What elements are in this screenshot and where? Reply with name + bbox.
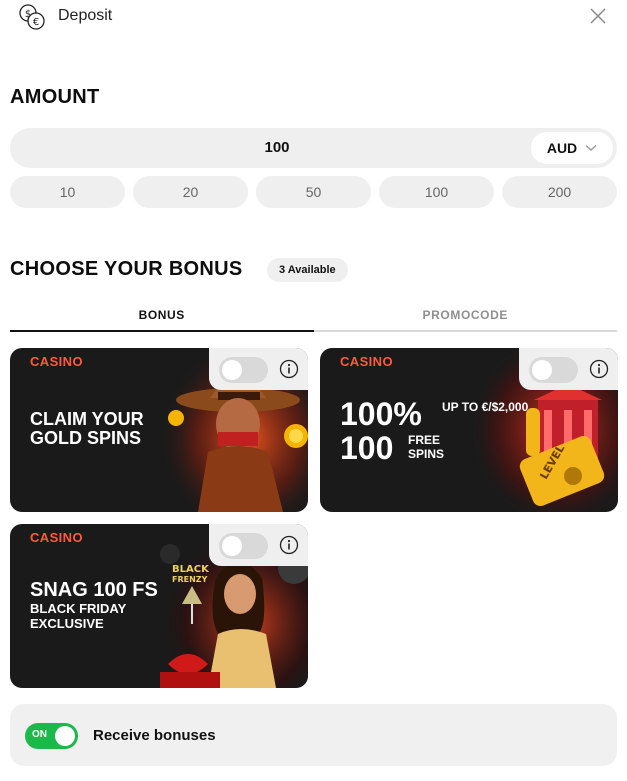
- bonus-toggle[interactable]: [219, 533, 268, 559]
- bonus-upto: UP TO €/$2,000: [442, 400, 529, 414]
- casino-logo: CASINO: [340, 354, 393, 369]
- preset-button[interactable]: 10: [10, 176, 125, 208]
- info-icon[interactable]: [279, 359, 299, 379]
- tab-promocode[interactable]: PROMOCODE: [313, 304, 617, 332]
- card-headline: CLAIM YOUR GOLD SPINS: [30, 409, 144, 448]
- card-subtitle: BLACK FRIDAY EXCLUSIVE: [30, 601, 127, 631]
- bonus-title: CHOOSE YOUR BONUS: [10, 258, 243, 280]
- bonus-free-spins: FREE SPINS: [408, 433, 445, 461]
- receive-bonuses-label: Receive bonuses: [93, 727, 216, 744]
- bonus-card[interactable]: BLACK FRENZY CASINO SNAG 100 FS BLACK FR…: [10, 524, 308, 688]
- bonus-toggle[interactable]: [529, 357, 578, 383]
- bonus-card[interactable]: CASINO CLAIM YOUR GOLD SPINS: [10, 348, 308, 512]
- amount-presets: 10 20 50 100 200: [10, 176, 617, 208]
- bonus-tabs: BONUS PROMOCODE: [10, 304, 617, 332]
- amount-field[interactable]: 100 AUD: [10, 128, 617, 168]
- toggle-knob: [55, 726, 75, 746]
- preset-button[interactable]: 200: [502, 176, 617, 208]
- card-controls: [209, 348, 308, 390]
- header: $ € Deposit: [0, 0, 627, 34]
- toggle-knob: [532, 360, 552, 380]
- preset-button[interactable]: 50: [256, 176, 371, 208]
- page-title: Deposit: [58, 7, 113, 24]
- card-controls: [209, 524, 308, 566]
- svg-text:€: €: [33, 17, 39, 28]
- bonus-spins-count: 100: [340, 430, 394, 466]
- info-icon[interactable]: [589, 359, 609, 379]
- casino-logo: CASINO: [30, 530, 83, 545]
- preset-button[interactable]: 20: [133, 176, 248, 208]
- receive-bonuses-toggle[interactable]: ON: [25, 723, 78, 749]
- bonus-toggle[interactable]: [219, 357, 268, 383]
- toggle-knob: [222, 536, 242, 556]
- card-headline: SNAG 100 FS: [30, 579, 158, 601]
- receive-bonuses-row: ON Receive bonuses: [10, 704, 617, 766]
- close-icon[interactable]: [588, 6, 608, 26]
- available-badge: 3 Available: [267, 258, 348, 282]
- bonus-card[interactable]: LEVEL CASINO 100% UP TO €/$2,000 100 FRE…: [320, 348, 618, 512]
- bonus-percent: 100%: [340, 396, 422, 432]
- coins-icon: $ €: [19, 4, 45, 30]
- amount-title: AMOUNT: [10, 86, 100, 108]
- preset-button[interactable]: 100: [379, 176, 494, 208]
- toggle-on-label: ON: [32, 729, 47, 740]
- chevron-down-icon: [585, 144, 597, 151]
- currency-select[interactable]: AUD: [531, 132, 613, 164]
- currency-label: AUD: [546, 140, 578, 156]
- info-icon[interactable]: [279, 535, 299, 555]
- casino-logo: CASINO: [30, 354, 83, 369]
- toggle-knob: [222, 360, 242, 380]
- amount-value[interactable]: 100: [10, 128, 544, 168]
- tab-bonus[interactable]: BONUS: [10, 304, 314, 332]
- svg-text:BLACK: BLACK: [172, 564, 210, 575]
- card-controls: [519, 348, 618, 390]
